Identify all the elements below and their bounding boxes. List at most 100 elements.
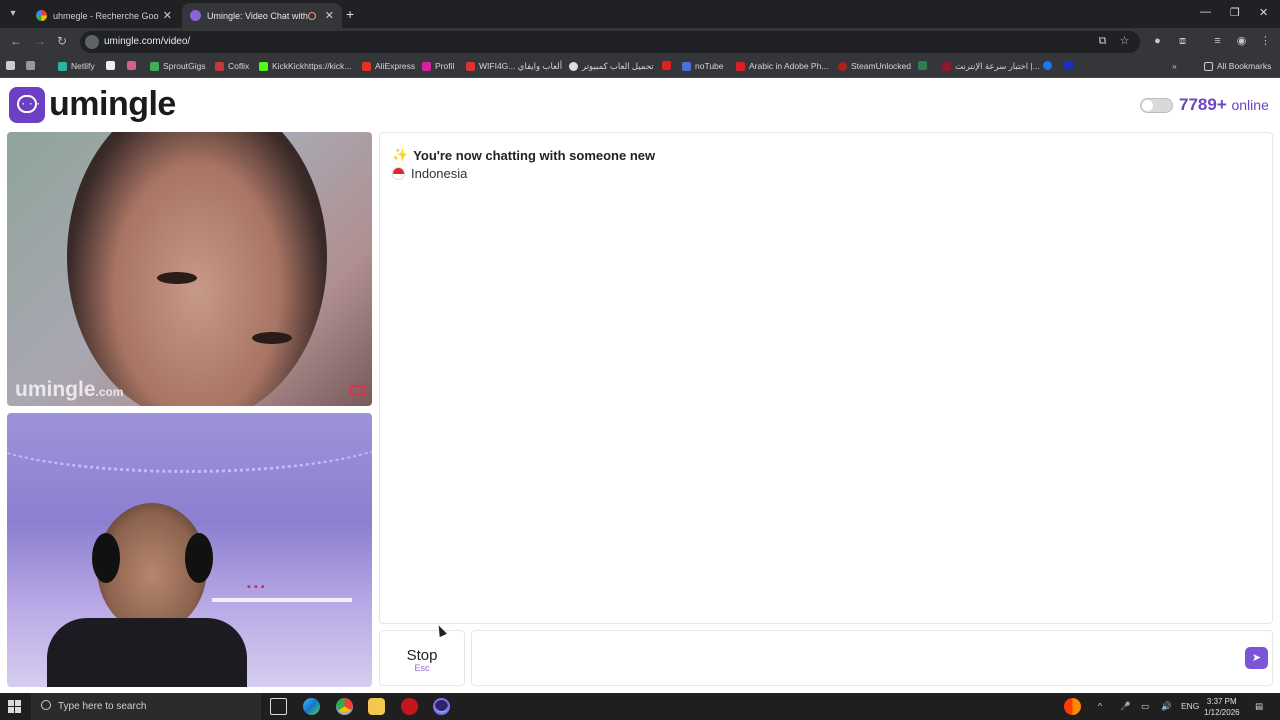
youtube-icon — [662, 61, 671, 70]
more-bookmarks-icon[interactable]: » — [1172, 61, 1177, 71]
tab-umingle[interactable]: Umingle: Video Chat with S ✕ — [182, 3, 342, 28]
bookmark-aliexpress[interactable]: AliExpress — [362, 61, 415, 71]
theme-toggle[interactable] — [1140, 98, 1173, 113]
taskbar-search[interactable]: Type here to search — [31, 693, 261, 720]
close-tab-icon[interactable]: ✕ — [163, 9, 172, 22]
bookmark-label: Profil — [435, 61, 455, 71]
recording-indicator-icon — [307, 11, 316, 20]
file-explorer-icon[interactable] — [368, 698, 385, 715]
indonesia-flag-icon — [392, 167, 405, 180]
bookmark-notube[interactable] — [662, 61, 675, 70]
stranger-video: umingle.com — [7, 132, 372, 406]
bookmark-folder-icon[interactable] — [6, 61, 19, 70]
obs-app-icon[interactable] — [401, 698, 418, 715]
bookmark-label: اختبار سرعة الإنترنت |... — [955, 61, 1040, 71]
bookmark-notube-label[interactable]: noTube — [682, 61, 724, 71]
bookmark-profil[interactable]: Profil — [422, 61, 454, 71]
maximize-icon[interactable]: ❐ — [1230, 6, 1240, 19]
forward-icon[interactable]: → — [34, 34, 46, 48]
close-tab-icon[interactable]: ✕ — [325, 9, 334, 22]
task-view-icon[interactable] — [270, 698, 287, 715]
apps-grid-icon[interactable] — [26, 61, 39, 70]
umingle-favicon-icon — [190, 10, 201, 21]
browser-tab-strip: ▾ uhmegle - Recherche Google ✕ Umingle: … — [0, 0, 1280, 28]
bookmark-icon-pink[interactable] — [127, 61, 140, 70]
bookmark-label: Coflix — [228, 61, 250, 71]
tab-search-icon[interactable]: ▾ — [4, 5, 22, 23]
chat-country: Indonesia — [392, 166, 467, 181]
address-text[interactable]: umingle.com/video/ — [104, 36, 190, 47]
reload-icon[interactable]: ↻ — [57, 34, 67, 48]
windows-start-icon[interactable] — [8, 700, 22, 714]
tray-app-icon[interactable] — [1064, 698, 1081, 715]
new-tab-button[interactable]: + — [346, 6, 354, 22]
bookmark-facebook[interactable] — [1043, 61, 1056, 70]
extensions-puzzle-icon[interactable]: ⧈ — [1176, 35, 1189, 48]
address-bar[interactable]: umingle.com/video/ — [80, 31, 1140, 53]
translate-icon[interactable]: ⧉ — [1096, 35, 1109, 48]
chrome-icon[interactable] — [336, 698, 353, 715]
report-flag-icon[interactable] — [350, 385, 366, 396]
speedtest-icon — [942, 62, 951, 71]
site-info-icon[interactable] — [85, 35, 99, 49]
notifications-icon[interactable]: ▤ — [1255, 701, 1263, 712]
language-indicator[interactable]: ENG — [1181, 701, 1199, 711]
edge-browser-icon[interactable] — [303, 698, 320, 715]
bookmark-label: Netlify — [71, 61, 95, 71]
instagram-icon — [422, 61, 431, 71]
bookmark-steamunlocked[interactable]: SteamUnlocked — [838, 61, 911, 71]
umingle-app-icon[interactable] — [433, 698, 450, 715]
extension-circle-icon[interactable]: ● — [1151, 35, 1164, 48]
netlify-icon — [58, 61, 67, 71]
send-icon[interactable]: ➤ — [1245, 647, 1268, 669]
bookmark-icon-e[interactable] — [106, 61, 119, 70]
bookmark-sproutgigs[interactable]: SproutGigs — [150, 61, 206, 71]
steamunlocked-icon — [838, 61, 847, 71]
volume-icon[interactable]: 🔊 — [1161, 701, 1172, 712]
tab-google-search[interactable]: uhmegle - Recherche Google ✕ — [28, 3, 180, 28]
network-icon[interactable]: ▭ — [1141, 701, 1149, 712]
chat-status: ✨ You're now chatting with someone new — [392, 147, 655, 163]
bookmark-arabic-adobe[interactable]: Arabic in Adobe Ph... — [736, 61, 828, 71]
stranger-face — [67, 132, 327, 406]
bookmark-blue[interactable] — [1064, 61, 1077, 70]
watermark-text: umingle — [15, 378, 96, 401]
wifi4g-icon — [466, 62, 475, 71]
stop-shortcut: Esc — [414, 663, 430, 673]
bookmark-label: Arabic in Adobe Ph... — [749, 61, 829, 71]
profile-avatar-icon[interactable]: ◉ — [1235, 35, 1248, 48]
stranger-eye — [252, 332, 292, 344]
bookmark-kick[interactable]: KickKickhttps://kick... — [259, 61, 351, 71]
adobe-icon — [736, 61, 745, 71]
bookmark-pc-games[interactable]: تحميل العاب كمبيوتر — [569, 61, 654, 72]
bookmark-speedtest[interactable]: اختبار سرعة الإنترنت |... — [942, 61, 1040, 72]
bookmark-wifi4g[interactable]: WIFI4G... ألعاب وايفاي — [466, 61, 562, 72]
stop-button[interactable]: Stop Esc — [379, 630, 465, 686]
minimize-icon[interactable]: — — [1200, 6, 1211, 18]
bookmark-star-icon[interactable]: ☆ — [1118, 35, 1131, 48]
sparkles-icon: ✨ — [392, 147, 409, 162]
bookmark-green-shield[interactable] — [918, 61, 931, 70]
clock[interactable]: 3:37 PM 1/12/2026 — [1204, 696, 1240, 718]
microphone-icon[interactable]: 🎤 — [1120, 701, 1131, 712]
online-count: 7789+ — [1179, 95, 1227, 114]
coflix-icon — [215, 61, 224, 71]
google-favicon-icon — [36, 10, 47, 21]
bookmark-label: WIFI4G... ألعاب وايفاي — [479, 61, 563, 71]
wall-shelf — [212, 598, 352, 602]
all-bookmarks-label: All Bookmarks — [1217, 61, 1272, 71]
site-logo-text[interactable]: umingle — [49, 85, 176, 124]
back-icon[interactable]: ← — [10, 34, 22, 48]
bookmarks-bar: Netlify SproutGigs Coflix KickKickhttps:… — [0, 55, 1280, 78]
umingle-logo-icon[interactable]: · · · — [9, 87, 45, 123]
bookmark-netlify[interactable]: Netlify — [58, 61, 95, 71]
message-input[interactable] — [471, 630, 1273, 686]
bookmark-coflix[interactable]: Coflix — [215, 61, 249, 71]
show-hidden-icons-icon[interactable]: ^ — [1098, 701, 1102, 711]
close-window-icon[interactable]: ✕ — [1259, 6, 1268, 19]
clock-date: 1/12/2026 — [1204, 708, 1240, 717]
all-bookmarks[interactable]: All Bookmarks — [1204, 61, 1271, 71]
media-controls-icon[interactable]: ≡ — [1211, 35, 1224, 48]
bookmark-label: AliExpress — [375, 61, 416, 71]
menu-kebab-icon[interactable]: ⋮ — [1259, 35, 1272, 48]
